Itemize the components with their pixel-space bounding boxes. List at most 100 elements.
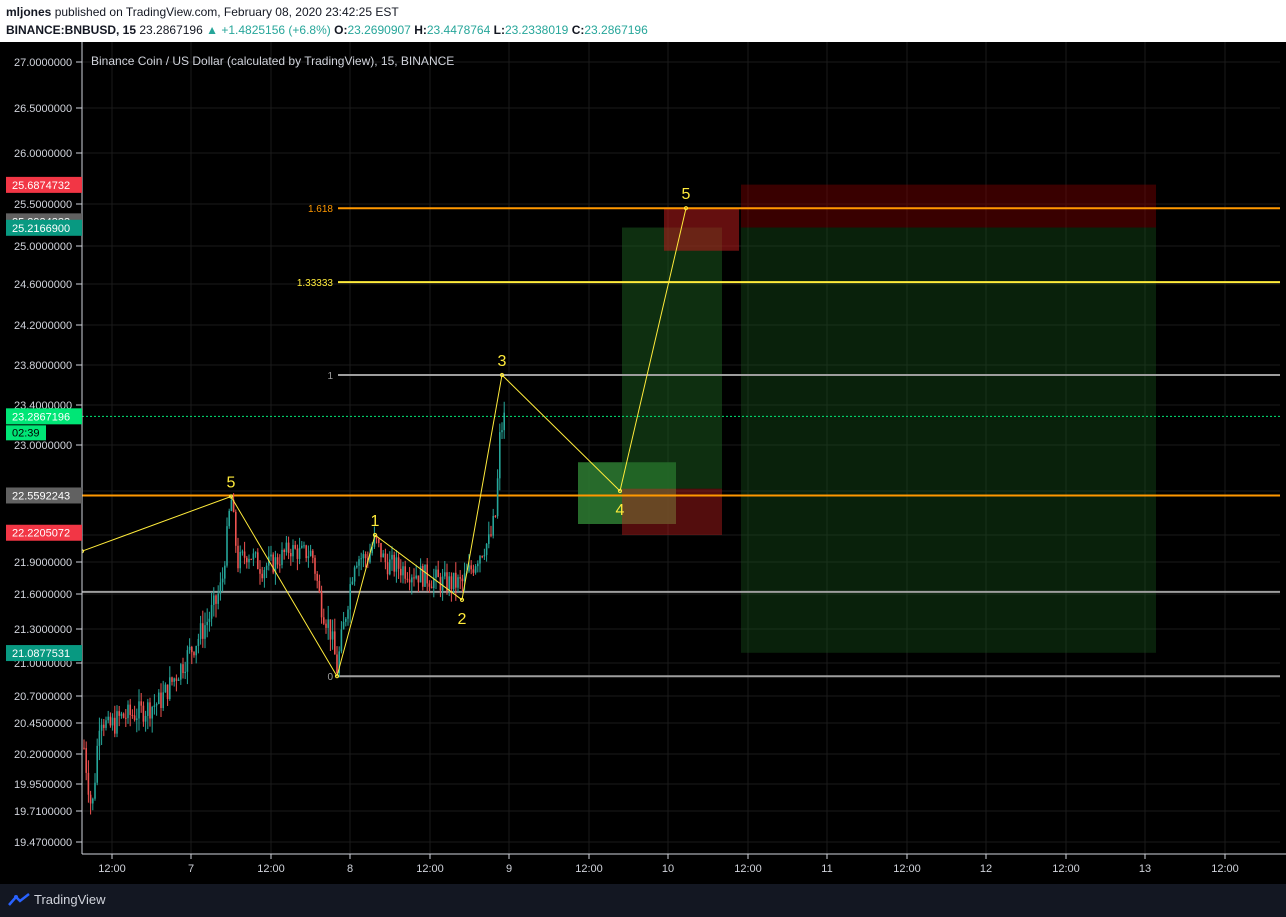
candle-body (483, 555, 486, 557)
candle-body (496, 478, 499, 517)
price-tick-label: 25.5000000 (14, 199, 72, 211)
candle-body (283, 549, 285, 553)
candle-body (485, 543, 488, 556)
candle-body (402, 566, 404, 576)
candle-body (490, 534, 492, 536)
candle-body (444, 572, 446, 577)
candle-body (320, 591, 323, 618)
candle-body (294, 545, 296, 549)
close-value: 23.2867196 (584, 23, 648, 37)
symbol-label[interactable]: BINANCE:BNBUSD, 15 (6, 23, 136, 37)
candle-body (389, 559, 391, 575)
candle-body (241, 551, 244, 553)
candle-body (408, 579, 411, 583)
up-arrow-icon: ▲ (206, 23, 218, 37)
price-tick-label: 26.5000000 (14, 103, 72, 115)
author-name[interactable]: mljones (6, 5, 51, 19)
candle-body (501, 430, 503, 433)
candle-body (411, 577, 413, 583)
candle-body (384, 553, 387, 563)
candle-body (430, 586, 433, 589)
low-value: 23.2338019 (504, 23, 569, 37)
candle-body (474, 566, 477, 573)
candle-body (193, 652, 195, 656)
fib-level-label: 1 (327, 371, 333, 382)
candle-body (386, 562, 389, 575)
candle-body (331, 631, 334, 640)
candle-body (199, 623, 202, 639)
fib-level-label: 1.33333 (297, 278, 334, 289)
candle-body (252, 553, 255, 560)
candle-body (397, 557, 400, 569)
candle-body (127, 704, 129, 719)
candle-body (133, 715, 136, 720)
candle-body (195, 646, 197, 656)
candle-body (243, 551, 246, 558)
time-tick-label: 12 (980, 863, 992, 875)
candle-body (279, 564, 281, 566)
countdown-label: 02:39 (12, 427, 40, 439)
time-tick-label: 9 (506, 863, 512, 875)
price-tick-label: 21.3000000 (14, 624, 72, 636)
wave-label-4: 4 (616, 502, 625, 519)
candle-body (395, 557, 398, 572)
candle-body (422, 566, 424, 587)
candle-body (424, 564, 426, 587)
candle-body (188, 646, 191, 651)
candle-body (347, 609, 349, 619)
candle-body (129, 704, 131, 715)
candle-body (186, 650, 189, 672)
candle-body (153, 705, 156, 708)
candle-body (142, 705, 145, 722)
chart-area[interactable]: 1.618 1.33333 1 0 512345 27.0000000 26.50000… (0, 42, 1286, 884)
candle-body (325, 623, 327, 628)
candle-body (263, 569, 266, 579)
brand-name[interactable]: TradingView (34, 892, 106, 907)
candle-body (215, 595, 217, 604)
candle-body (435, 569, 437, 578)
candle-body (479, 556, 481, 564)
candle-body (281, 549, 283, 565)
price-tick-label: 19.9500000 (14, 779, 72, 791)
time-tick-label: 12:00 (1052, 863, 1080, 875)
candle-body (481, 556, 483, 558)
candle-body (224, 565, 226, 579)
candle-body (175, 678, 178, 681)
close-label: C: (571, 23, 585, 37)
elliott-wave-line (81, 208, 687, 678)
time-tick-label: 7 (188, 863, 194, 875)
candle-body (309, 550, 312, 557)
time-tick-label: 12:00 (98, 863, 126, 875)
candle-body (182, 664, 184, 674)
price-tick-label: 23.8000000 (14, 360, 72, 372)
candle-body (303, 545, 305, 547)
time-tick-label: 12:00 (893, 863, 921, 875)
candle-body (472, 569, 475, 573)
candle-body (111, 717, 114, 726)
price-chart[interactable]: 1.6181.3333310 512345 27.000000026.50000… (0, 42, 1286, 884)
candle-body (298, 547, 301, 559)
candle-body (307, 556, 310, 559)
candle-body (287, 542, 290, 554)
price-tick-label: 20.7000000 (14, 691, 72, 703)
candle-body (358, 559, 360, 566)
short-position-target (741, 227, 1156, 653)
open-value: 23.2690907 (347, 23, 411, 37)
candle-body (248, 558, 250, 563)
candle-body (237, 545, 239, 569)
candle-body (406, 578, 409, 580)
candle-body (494, 515, 497, 517)
candle-body (285, 542, 288, 553)
candle-body (413, 577, 415, 579)
tradingview-logo-icon[interactable] (8, 892, 30, 908)
candle-body (323, 617, 325, 624)
candle-body (116, 711, 118, 734)
wave5-stop-zone (664, 208, 739, 251)
price-change: +1.4825156 (+6.8%) (221, 23, 331, 37)
high-value: 23.4478764 (426, 23, 491, 37)
price-tick-label: 23.0000000 (14, 440, 72, 452)
fib-level-label: 0 (327, 672, 333, 683)
candle-body (250, 558, 252, 560)
candle-body (125, 717, 127, 719)
wave-lines: 5 1 2 3 4 5 (79, 186, 691, 679)
